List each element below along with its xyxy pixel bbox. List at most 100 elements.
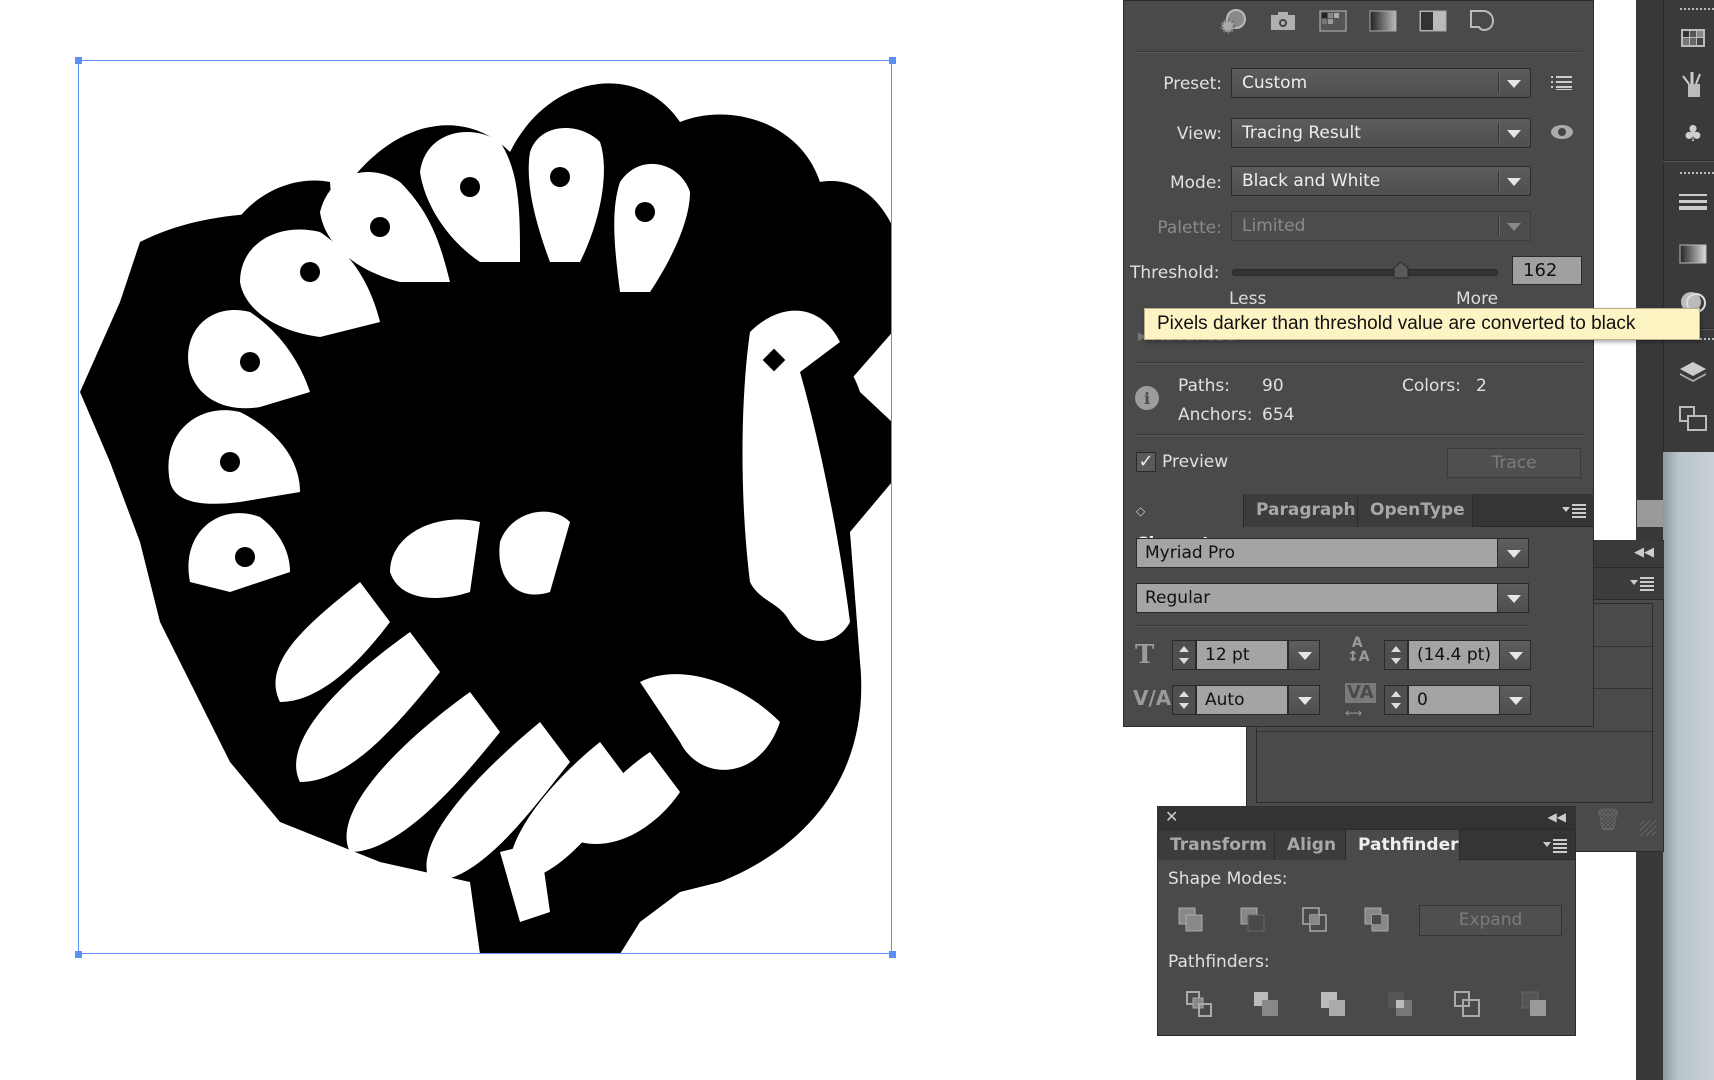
divider — [1134, 362, 1584, 364]
selection-bounding-box[interactable] — [78, 60, 892, 954]
leading-icon: A ↕A — [1347, 635, 1370, 665]
trim-icon[interactable] — [1252, 990, 1280, 1018]
threshold-label: Threshold: — [1130, 263, 1220, 283]
merge-icon[interactable] — [1319, 990, 1347, 1018]
font-family-field[interactable]: Myriad Pro — [1136, 538, 1498, 568]
chevron-down-icon — [1509, 697, 1523, 705]
font-style-field[interactable]: Regular — [1136, 583, 1498, 613]
stroke-icon[interactable] — [1676, 188, 1710, 216]
expand-button[interactable]: Expand — [1419, 905, 1562, 936]
preset-value: Custom — [1242, 73, 1308, 93]
tracking-field[interactable]: 0 — [1408, 685, 1500, 715]
more-label: More — [1456, 289, 1499, 309]
collapse-icon[interactable]: ◀◀ — [1634, 545, 1654, 560]
pathfinder-panel-header[interactable]: ✕ ◀◀ — [1157, 806, 1576, 830]
high-color-icon[interactable] — [1268, 8, 1298, 34]
font-family-dropdown[interactable] — [1497, 538, 1529, 568]
collapse-icon[interactable]: ◀◀ — [1548, 810, 1566, 824]
grayscale-icon[interactable] — [1368, 8, 1398, 34]
font-size-icon: T — [1135, 640, 1155, 670]
trash-icon[interactable]: 🗑 — [1594, 808, 1622, 833]
selection-handle-bottom-right[interactable] — [889, 951, 896, 958]
tab-align[interactable]: Align — [1275, 830, 1346, 860]
eye-icon[interactable] — [1550, 124, 1574, 140]
auto-color-icon[interactable] — [1218, 8, 1248, 34]
minus-back-icon[interactable] — [1520, 990, 1548, 1018]
threshold-input[interactable]: 162 — [1512, 256, 1582, 285]
svg-text:i: i — [1144, 389, 1150, 408]
manage-presets-icon[interactable] — [1551, 75, 1573, 91]
close-icon[interactable]: ✕ — [1165, 807, 1178, 826]
outline-path-icon[interactable] — [1453, 990, 1481, 1018]
selection-handle-top-right[interactable] — [889, 57, 896, 64]
kerning-dropdown[interactable] — [1288, 685, 1320, 715]
artboards-icon[interactable] — [1676, 405, 1710, 433]
crop-icon[interactable] — [1386, 990, 1414, 1018]
tooltip: Pixels darker than threshold value are c… — [1144, 308, 1700, 340]
unite-icon[interactable] — [1177, 906, 1205, 934]
font-size-field[interactable]: 12 pt — [1196, 640, 1288, 670]
leading-dropdown[interactable] — [1499, 640, 1531, 670]
preview-checkbox[interactable]: ✓ — [1136, 452, 1156, 472]
tracking-icon: VA — [1345, 682, 1376, 703]
tab-opentype[interactable]: OpenType — [1358, 494, 1473, 527]
font-size-stepper[interactable] — [1172, 640, 1196, 670]
selection-handle-bottom-left[interactable] — [75, 951, 82, 958]
preset-label: Preset: — [1163, 74, 1222, 94]
threshold-slider[interactable] — [1232, 269, 1498, 276]
palette-label: Palette: — [1157, 218, 1222, 238]
selection-handle-top-left[interactable] — [75, 57, 82, 64]
font-size-dropdown[interactable] — [1288, 640, 1320, 670]
mode-dropdown[interactable]: Black and White — [1231, 166, 1531, 196]
divider — [1134, 625, 1530, 627]
dock-grip[interactable] — [1680, 8, 1714, 11]
threshold-slider-thumb[interactable] — [1393, 261, 1409, 279]
tab-character[interactable]: ◇ Character — [1124, 494, 1244, 554]
exclude-icon[interactable] — [1363, 906, 1391, 934]
preset-dropdown[interactable]: Custom — [1231, 68, 1531, 98]
leading-field[interactable]: (14.4 pt) — [1408, 640, 1500, 670]
leading-stepper[interactable] — [1384, 640, 1408, 670]
tracking-stepper[interactable] — [1384, 685, 1408, 715]
tracking-dropdown[interactable] — [1499, 685, 1531, 715]
kerning-stepper[interactable] — [1172, 685, 1196, 715]
panel-menu-icon[interactable] — [1543, 839, 1567, 853]
dock-grip[interactable] — [1680, 172, 1714, 175]
kerning-field[interactable]: Auto — [1196, 685, 1288, 715]
colors-value: 2 — [1476, 376, 1487, 396]
brushes-icon[interactable] — [1676, 70, 1710, 98]
list-row-divider — [1257, 731, 1652, 732]
trace-button[interactable]: Trace — [1447, 448, 1581, 478]
tab-paragraph[interactable]: Paragraph — [1244, 494, 1358, 527]
outline-icon[interactable] — [1468, 8, 1498, 34]
low-color-icon[interactable] — [1318, 8, 1348, 34]
panel-menu-icon[interactable] — [1630, 577, 1654, 591]
intersect-icon[interactable] — [1301, 906, 1329, 934]
character-tabbar: ◇ Character Paragraph OpenType — [1124, 494, 1594, 554]
black-and-white-icon[interactable] — [1418, 8, 1448, 34]
panel-menu-icon[interactable] — [1562, 504, 1586, 518]
divider — [1135, 51, 1583, 53]
tab-pathfinder[interactable]: Pathfinder — [1346, 830, 1460, 861]
info-icon: i — [1135, 386, 1159, 410]
layers-icon[interactable] — [1676, 358, 1710, 386]
paths-value: 90 — [1262, 376, 1284, 396]
minus-front-icon[interactable] — [1239, 906, 1267, 934]
palette-dropdown: Limited — [1231, 211, 1531, 241]
tab-transform[interactable]: Transform — [1158, 830, 1275, 860]
scrollbar-thumb[interactable] — [1637, 500, 1663, 527]
dock-separator — [1663, 160, 1714, 162]
pathfinders-label: Pathfinders: — [1168, 952, 1270, 972]
gradient-icon[interactable] — [1676, 240, 1710, 268]
chevron-down-icon — [1507, 130, 1521, 138]
font-style-dropdown[interactable] — [1497, 583, 1529, 613]
chevron-down-icon — [1507, 80, 1521, 88]
chevron-down-icon — [1298, 697, 1312, 705]
paths-label: Paths: — [1178, 376, 1230, 396]
divide-icon[interactable] — [1185, 990, 1213, 1018]
resize-grip[interactable] — [1640, 820, 1656, 836]
view-dropdown[interactable]: Tracing Result — [1231, 118, 1531, 148]
tracking-arrow-icon: ⟷ — [1345, 706, 1363, 720]
swatches-icon[interactable] — [1676, 24, 1710, 52]
symbols-icon[interactable]: ♣ — [1676, 120, 1710, 148]
